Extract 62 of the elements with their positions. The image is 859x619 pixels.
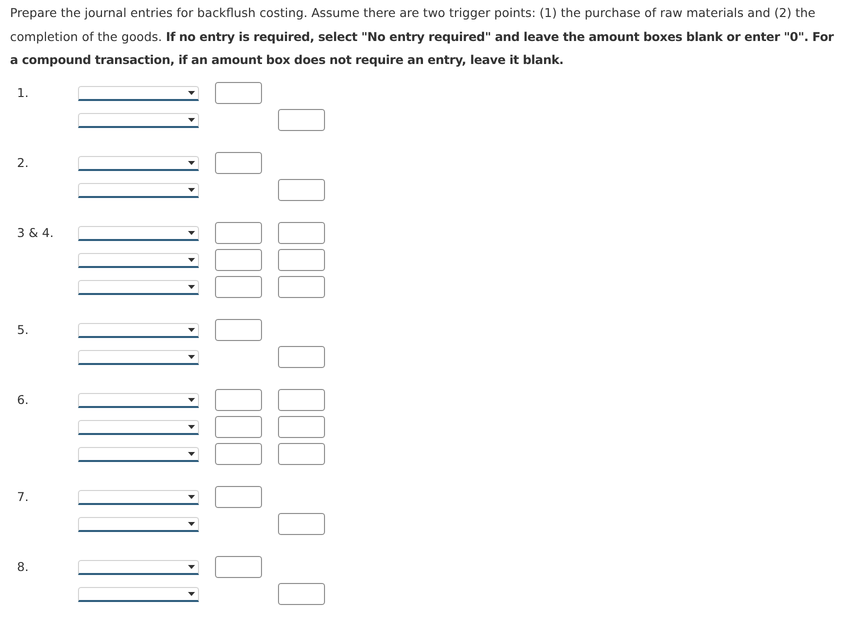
account-dropdown[interactable] <box>78 156 199 170</box>
amount-field[interactable] <box>278 276 325 298</box>
account-dropdown[interactable] <box>78 560 199 574</box>
amount-field[interactable] <box>215 319 262 341</box>
amount-field[interactable] <box>215 486 262 508</box>
caret-icon <box>188 354 195 358</box>
account-dropdown[interactable] <box>78 350 199 364</box>
account-dropdown[interactable] <box>78 86 199 100</box>
account-dropdown[interactable] <box>78 182 199 198</box>
caret-icon <box>188 424 195 428</box>
amount-field[interactable] <box>215 389 262 411</box>
account-dropdown[interactable] <box>78 586 199 602</box>
account-dropdown[interactable] <box>78 490 199 504</box>
caret-icon <box>188 284 195 288</box>
amount-field[interactable] <box>278 443 325 465</box>
amount-field[interactable] <box>278 513 325 535</box>
instructions-paragraph: Prepare the journal entries for backflush costing. Assume there are two trigger points: (1) the purchase of raw materials and (2) the completion of the goods. If no entry is required, select "No entry required" and leave the amount boxes blank or enter "0". For a compound transaction, if an amount box does not require an entry, leave it blank. <box>10 5 835 69</box>
caret-icon <box>188 160 195 164</box>
caret-icon <box>188 494 195 498</box>
account-dropdown[interactable] <box>78 226 199 240</box>
amount-field[interactable] <box>215 276 262 298</box>
amount-field[interactable] <box>215 556 262 578</box>
entry-number: 2. <box>16 156 29 170</box>
account-dropdown[interactable] <box>78 280 199 294</box>
entry-number: 1. <box>16 86 29 100</box>
amount-field[interactable] <box>215 443 262 465</box>
entry-number: 3 & 4. <box>16 226 54 240</box>
entry-number: 5. <box>16 323 29 337</box>
amount-field[interactable] <box>278 179 325 201</box>
caret-icon <box>188 258 195 262</box>
caret-icon <box>188 452 195 456</box>
account-dropdown[interactable] <box>78 322 199 338</box>
account-dropdown[interactable] <box>78 516 199 532</box>
account-dropdown[interactable] <box>78 392 199 408</box>
amount-field[interactable] <box>215 82 262 104</box>
amount-field[interactable] <box>278 222 325 244</box>
caret-icon <box>188 118 195 122</box>
caret-icon <box>188 328 195 332</box>
amount-field[interactable] <box>278 249 325 271</box>
account-dropdown[interactable] <box>78 252 199 268</box>
amount-field[interactable] <box>278 109 325 131</box>
caret-icon <box>188 230 195 234</box>
amount-field[interactable] <box>278 346 325 368</box>
amount-field[interactable] <box>215 152 262 174</box>
amount-field[interactable] <box>215 416 262 438</box>
account-dropdown[interactable] <box>78 420 199 434</box>
amount-field[interactable] <box>278 583 325 605</box>
amount-field[interactable] <box>278 389 325 411</box>
amount-field[interactable] <box>278 416 325 438</box>
amount-field[interactable] <box>215 222 262 244</box>
caret-icon <box>188 564 195 568</box>
caret-icon <box>188 90 195 94</box>
caret-icon <box>188 188 195 192</box>
caret-icon <box>188 592 195 596</box>
account-dropdown[interactable] <box>78 112 199 128</box>
entry-number: 6. <box>16 393 29 407</box>
entry-number: 7. <box>16 490 29 504</box>
caret-icon <box>188 522 195 526</box>
account-dropdown[interactable] <box>78 446 199 462</box>
caret-icon <box>188 398 195 402</box>
amount-field[interactable] <box>215 249 262 271</box>
entry-number: 8. <box>16 560 29 574</box>
